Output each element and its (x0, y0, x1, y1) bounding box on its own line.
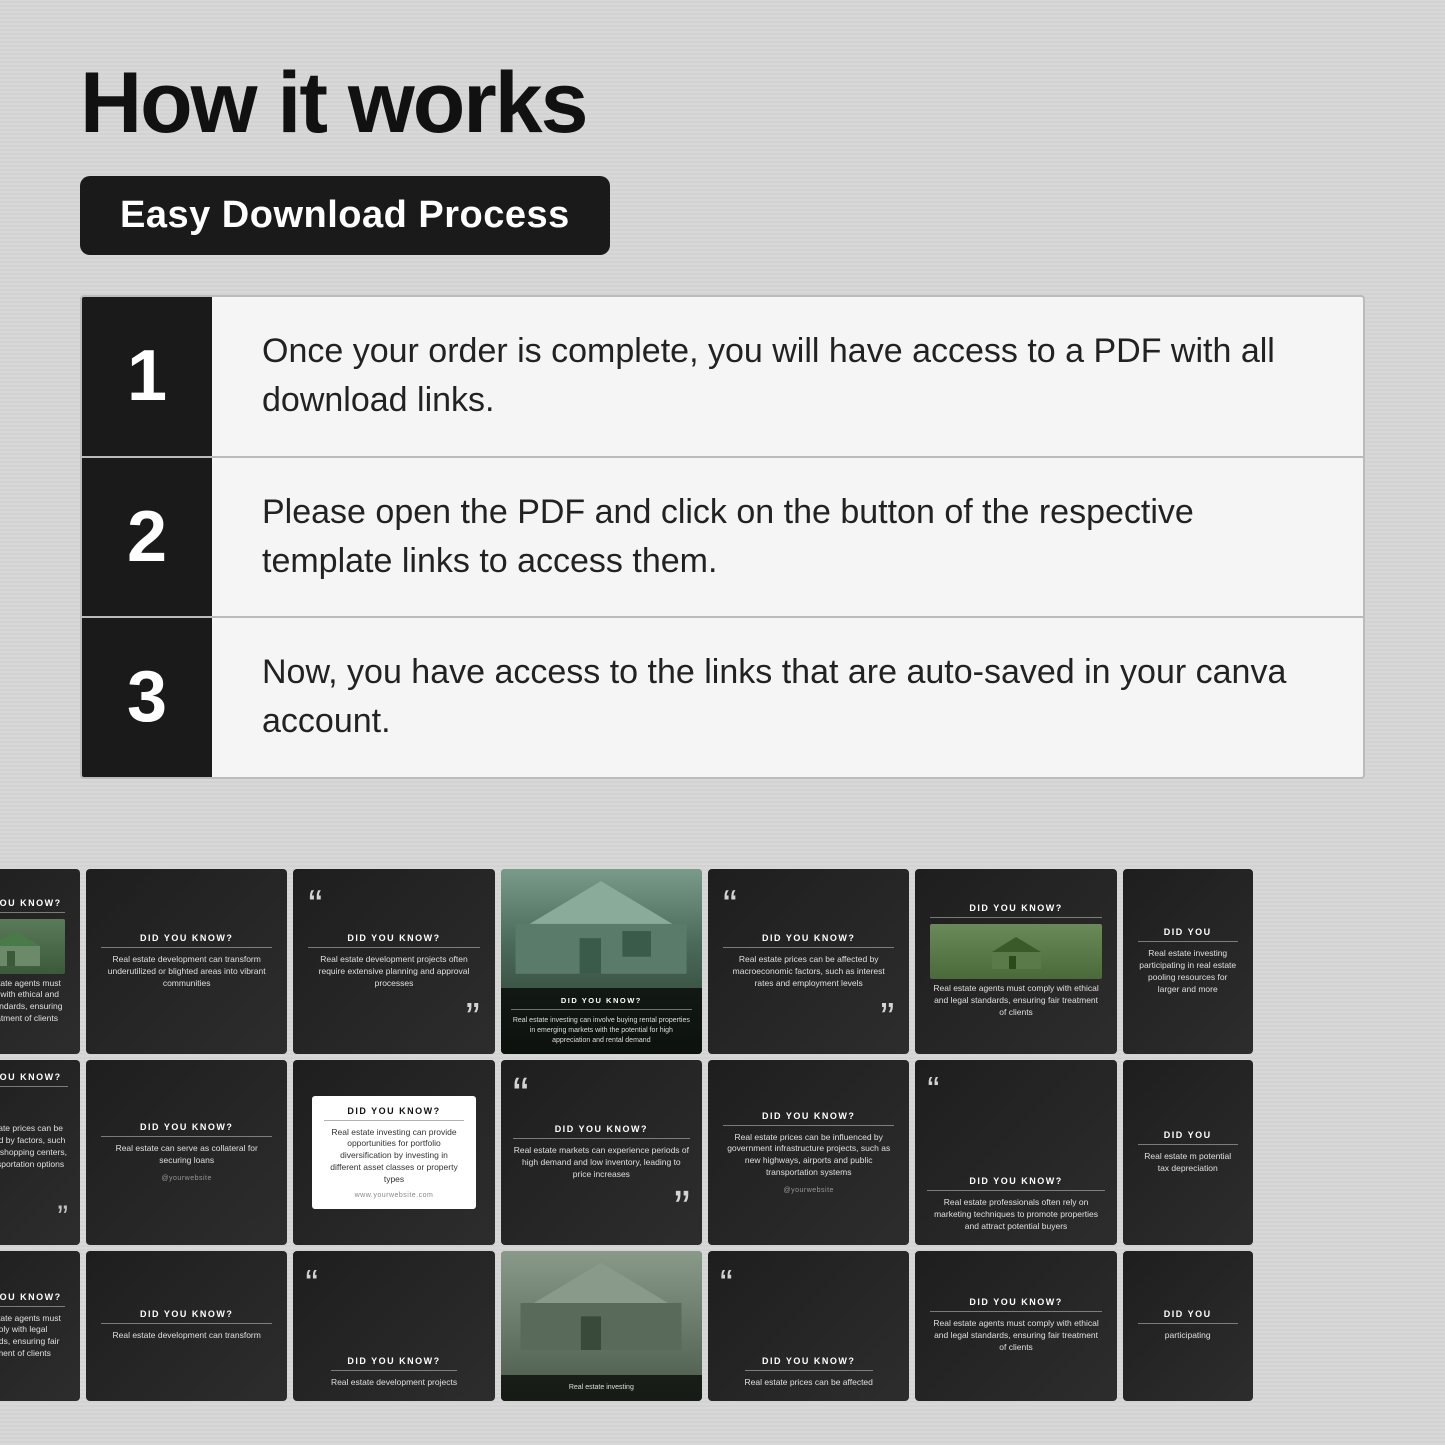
card-body: Real estate investing (511, 1383, 692, 1393)
gallery-card: DID YOU Real estate investing participat… (1123, 869, 1253, 1054)
card-body: Real estate investing participating in r… (1138, 948, 1238, 996)
card-label: DID YOU KNOW? (0, 1292, 65, 1307)
card-body: Real estate development projects often r… (308, 954, 479, 990)
card-overlay: Real estate investing (501, 1375, 702, 1401)
gallery-section: DID YOU KNOW? Real estate agents must co… (0, 869, 1445, 1401)
card-label: DID YOU KNOW? (723, 933, 894, 948)
white-inset: DID YOU KNOW? Real estate investing can … (312, 1096, 475, 1209)
step-text-1: Once your order is complete, you will ha… (212, 297, 1363, 456)
gallery-card: “ DID YOU KNOW? Real estate development … (293, 1251, 494, 1401)
card-body: Real estate markets can experience perio… (513, 1145, 690, 1181)
card-label: DID YOU KNOW? (0, 898, 65, 913)
card-body: Real estate agents must comply with ethi… (930, 983, 1101, 1019)
card-body: Real estate investing can provide opport… (324, 1127, 463, 1186)
card-label: DID YOU KNOW? (101, 1122, 272, 1137)
card-label: DID YOU KNOW? (513, 1124, 690, 1139)
card-label: DID YOU KNOW? (723, 1111, 894, 1126)
card-website: www.yourwebsite.com (324, 1192, 463, 1199)
step-text-3: Now, you have access to the links that a… (212, 618, 1363, 777)
gallery-card: DID YOU KNOW? Real estate development ca… (86, 1251, 287, 1401)
card-label: DID YOU KNOW? (930, 903, 1101, 918)
top-section: How it works Easy Download Process 1 Onc… (0, 0, 1445, 819)
step-number-1: 1 (82, 297, 212, 456)
step-text-2: Please open the PDF and click on the but… (212, 458, 1363, 617)
gallery-card: “ DID YOU KNOW? Real estate development … (293, 869, 494, 1054)
card-label: DID YOU KNOW? (324, 1106, 463, 1121)
card-label: DID YOU KNOW? (101, 933, 272, 948)
card-label: DID YOU (1138, 927, 1238, 942)
card-body: Real estate development projects (331, 1377, 457, 1389)
gallery-card: Real estate investing (501, 1251, 702, 1401)
gallery-row-2: DID YOU KNOW? Real estate prices can be … (0, 1060, 1445, 1245)
card-overlay: DID YOU KNOW? Real estate investing can … (501, 988, 702, 1053)
card-body: participating (1165, 1330, 1211, 1342)
gallery-card: “ DID YOU KNOW? Real estate prices can b… (708, 869, 909, 1054)
steps-container: 1 Once your order is complete, you will … (80, 295, 1365, 779)
card-body: Real estate development can transform un… (101, 954, 272, 990)
step-number-2: 2 (82, 458, 212, 617)
card-body: Real estate prices can be affected (745, 1377, 873, 1389)
card-label: DID YOU (1138, 1309, 1238, 1324)
gallery-card: DID YOU KNOW? Real estate can serve as c… (86, 1060, 287, 1245)
gallery-card: DID YOU Real estate m potential tax depr… (1123, 1060, 1253, 1245)
card-body: Real estate professionals often rely on … (927, 1197, 1104, 1233)
gallery-card: DID YOU participating (1123, 1251, 1253, 1401)
card-body: Real estate development can transform (112, 1330, 260, 1342)
card-body: Real estate can serve as collateral for … (101, 1143, 272, 1167)
card-label: DID YOU (1138, 1130, 1238, 1145)
card-body: Real estate prices can be influenced by … (723, 1132, 894, 1180)
card-label: DID YOU KNOW? (930, 1297, 1101, 1312)
gallery-card: DID YOU KNOW? Real estate prices can be … (708, 1060, 909, 1245)
card-label: DID YOU KNOW? (308, 933, 479, 948)
subtitle-badge: Easy Download Process (80, 176, 610, 255)
step-row-2: 2 Please open the PDF and click on the b… (82, 458, 1363, 619)
card-website: @yourwebsite (161, 1175, 211, 1182)
step-row-3: 3 Now, you have access to the links that… (82, 618, 1363, 777)
card-body: Real estate agents must comply with ethi… (0, 978, 65, 1026)
main-title: How it works (80, 60, 1365, 146)
gallery-card: DID YOU KNOW? Real estate agents must co… (915, 1251, 1116, 1401)
gallery-card: DID YOU KNOW? Real estate investing can … (501, 869, 702, 1054)
gallery-card: DID YOU KNOW? Real estate agents must co… (915, 869, 1116, 1054)
card-label: DID YOU KNOW? (101, 1309, 272, 1324)
step-number-3: 3 (82, 618, 212, 777)
gallery-row-3: DID YOU KNOW? Real estate agents must co… (0, 1251, 1445, 1401)
gallery-card: DID YOU KNOW? Real estate development ca… (86, 869, 287, 1054)
card-body: Real estate investing can involve buying… (511, 1016, 692, 1045)
step-row-1: 1 Once your order is complete, you will … (82, 297, 1363, 458)
gallery-card: “ DID YOU KNOW? Real estate prices can b… (708, 1251, 909, 1401)
card-body: Real estate agents must comply with lega… (0, 1313, 65, 1361)
gallery-card: “ DID YOU KNOW? Real estate professional… (915, 1060, 1116, 1245)
gallery-card: DID YOU KNOW? Real estate agents must co… (0, 869, 80, 1054)
gallery-row-1: DID YOU KNOW? Real estate agents must co… (0, 869, 1445, 1054)
card-body: Real estate agents must comply with ethi… (930, 1318, 1101, 1354)
card-body: Real estate prices can be influenced by … (0, 1123, 68, 1171)
gallery-card: DID YOU KNOW? Real estate agents must co… (0, 1251, 80, 1401)
card-website: @yourwebsite (783, 1187, 833, 1194)
gallery-card: DID YOU KNOW? Real estate prices can be … (0, 1060, 80, 1245)
card-label: DID YOU KNOW? (0, 1072, 68, 1087)
card-label: DID YOU KNOW? (511, 996, 692, 1010)
card-label: DID YOU KNOW? (331, 1356, 457, 1371)
card-label: DID YOU KNOW? (745, 1356, 873, 1371)
gallery-card: DID YOU KNOW? Real estate investing can … (293, 1060, 494, 1245)
card-label: DID YOU KNOW? (927, 1176, 1104, 1191)
card-body: Real estate prices can be affected by ma… (723, 954, 894, 990)
gallery-card: “ DID YOU KNOW? Real estate markets can … (501, 1060, 702, 1245)
card-body: Real estate m potential tax depreciation (1138, 1151, 1238, 1175)
